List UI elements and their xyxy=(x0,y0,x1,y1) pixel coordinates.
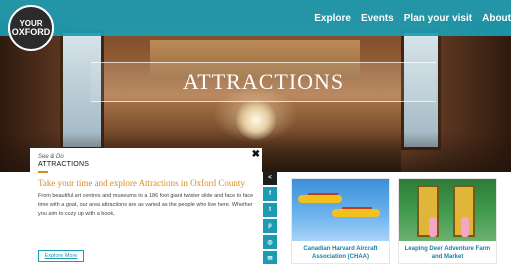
panel-kicker: See & Do xyxy=(38,154,64,160)
email-icon[interactable]: ✉ xyxy=(263,251,277,264)
hero-title-box: ATTRACTIONS xyxy=(91,62,436,102)
pinterest-icon[interactable]: p xyxy=(263,219,277,233)
plane-shape xyxy=(332,209,380,217)
nav-about[interactable]: About xyxy=(482,13,511,24)
attraction-card-chaa[interactable]: Canadian Harvard Aircraft Association (C… xyxy=(291,178,390,264)
panel-body-text: From beautiful art centres and museums t… xyxy=(38,193,254,217)
main-nav: Explore Events Plan your visit About xyxy=(304,0,511,36)
card-caption[interactable]: Canadian Harvard Aircraft Association (C… xyxy=(292,241,389,264)
explore-more-button[interactable]: Explore More xyxy=(38,250,84,262)
nav-events[interactable]: Events xyxy=(361,13,394,24)
panel-section-title: ATTRACTIONS xyxy=(38,161,90,168)
card-image-aircraft xyxy=(292,179,389,241)
instagram-icon[interactable]: ◎ xyxy=(263,235,277,249)
section-underline xyxy=(38,171,48,173)
social-share-bar: < f t p ◎ ✉ xyxy=(263,171,277,264)
facebook-icon[interactable]: f xyxy=(263,187,277,201)
plane-shape xyxy=(298,195,342,203)
panel-headline: Take your time and explore Attractions i… xyxy=(38,178,245,188)
child-figure xyxy=(461,217,469,237)
logo-line2: OXFORD xyxy=(11,27,51,37)
card-caption[interactable]: Leaping Deer Adventure Farm and Market xyxy=(399,241,496,264)
attraction-card-leaping-deer[interactable]: Leaping Deer Adventure Farm and Market xyxy=(398,178,497,264)
child-figure xyxy=(429,217,437,237)
share-icon[interactable]: < xyxy=(263,171,277,185)
site-header: YOUR OXFORD Explore Events Plan your vis… xyxy=(0,0,511,51)
your-oxford-logo[interactable]: YOUR OXFORD xyxy=(8,5,54,51)
nav-plan-your-visit[interactable]: Plan your visit xyxy=(404,13,472,24)
intro-panel: ✖ See & Do ATTRACTIONS Take your time an… xyxy=(30,148,262,264)
close-icon[interactable]: ✖ xyxy=(252,149,260,160)
card-image-farm xyxy=(399,179,496,241)
nav-explore[interactable]: Explore xyxy=(314,13,351,24)
twitter-icon[interactable]: t xyxy=(263,203,277,217)
hero-title: ATTRACTIONS xyxy=(182,69,345,94)
